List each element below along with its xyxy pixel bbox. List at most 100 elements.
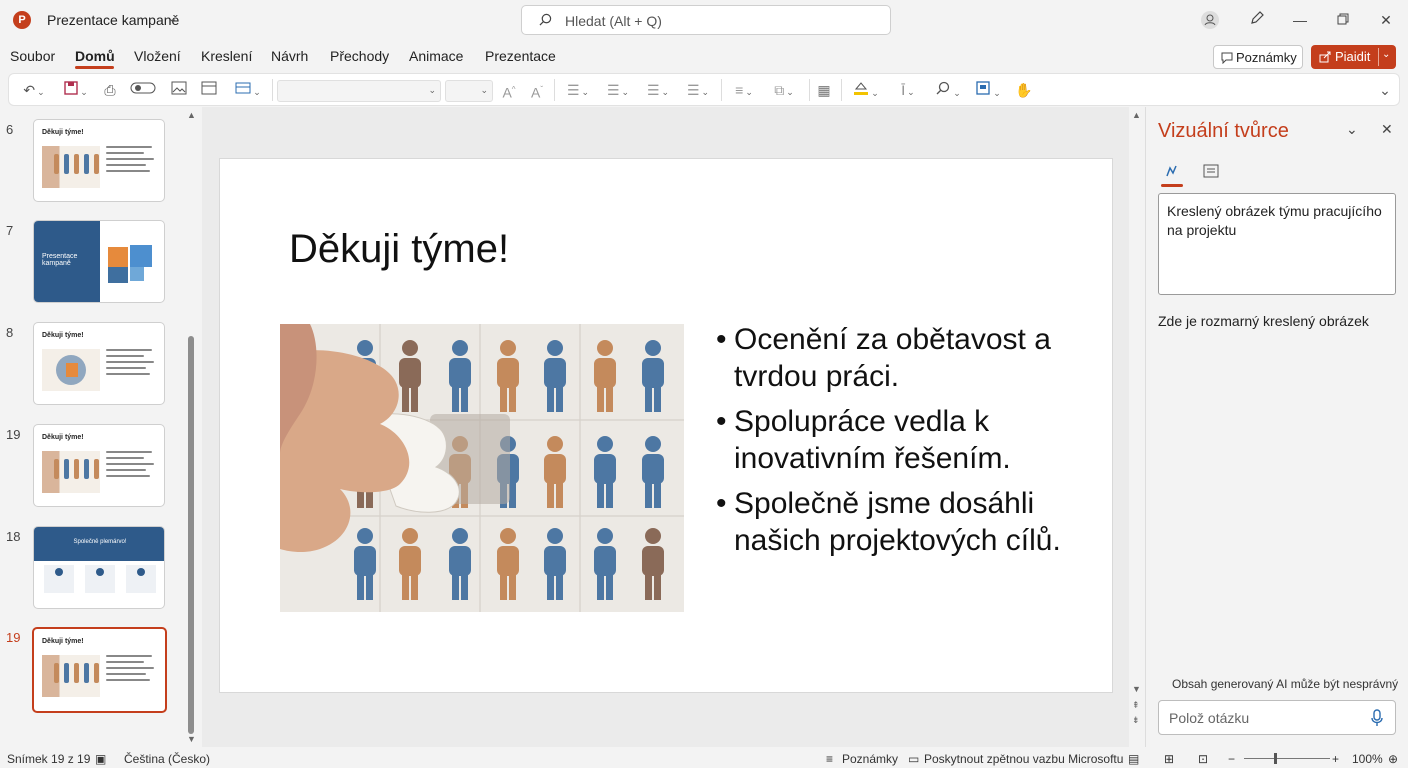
- fit-slide-icon[interactable]: ⊕: [1388, 752, 1398, 766]
- zoom-slider-knob[interactable]: [1274, 753, 1277, 764]
- numbering-icon[interactable]: ☰ ⌄: [601, 80, 635, 100]
- designer-icon[interactable]: ⌄: [971, 80, 1005, 100]
- language-indicator[interactable]: Čeština (Česko): [124, 752, 210, 766]
- copilot-icon[interactable]: ✋: [1013, 80, 1035, 100]
- visual-creator-pane: Vizuální tvůrce ⌄ ✕ Kreslený obrázek tým…: [1145, 107, 1408, 747]
- prompt-textbox[interactable]: Kreslený obrázek týmu pracujícího na pro…: [1158, 193, 1396, 295]
- result-text: Zde je rozmarný kreslený obrázek: [1158, 313, 1369, 329]
- format-painter-icon[interactable]: ▦: [813, 80, 835, 100]
- font-size-select[interactable]: ⌄: [445, 80, 493, 102]
- comment-icon: [1221, 52, 1233, 64]
- accessibility-icon[interactable]: ▣: [95, 752, 106, 766]
- document-title[interactable]: Prezentace kampaně: [47, 12, 179, 28]
- slide-picture[interactable]: [280, 324, 684, 612]
- menu-navrh[interactable]: Návrh: [271, 48, 308, 64]
- find-icon[interactable]: ⌄: [931, 80, 965, 100]
- slide-sorter-icon[interactable]: ⊞: [1164, 752, 1174, 766]
- ribbon-toolbar: ↶ ⌄ ⌄ ⎙ ⌄ ⌄ ⌄ A^ Aˇ ☰ ⌄ ☰ ⌄ ☰ ⌄ ☰ ⌄ ≡ ⌄ ⧉ ⌄ ▦ ⌄…: [8, 73, 1400, 106]
- ribbon-expand-icon[interactable]: ⌄: [1375, 80, 1395, 100]
- account-icon[interactable]: [1200, 10, 1220, 30]
- share-button[interactable]: Piaidit ⌄: [1311, 45, 1396, 69]
- feedback-link[interactable]: Poskytnout zpětnou vazbu Microsoftu: [924, 752, 1123, 766]
- thumbnail-number: 7: [6, 223, 14, 238]
- zoom-slider[interactable]: [1244, 758, 1330, 759]
- menu-prechody[interactable]: Přechody: [330, 48, 389, 64]
- ai-disclaimer: Obsah generovaný AI může být nesprávný: [1172, 677, 1399, 691]
- picture-icon[interactable]: [169, 80, 189, 100]
- arrange-icon[interactable]: ⧉ ⌄: [767, 80, 801, 100]
- save-icon[interactable]: ⌄: [59, 80, 93, 100]
- slide-scrollbar[interactable]: ▲ ▼ ⇞ ⇟: [1131, 110, 1143, 730]
- chevron-down-icon[interactable]: ⌄: [168, 12, 177, 25]
- ask-input[interactable]: Polož otázku: [1158, 700, 1396, 735]
- menu-animace[interactable]: Animace: [409, 48, 463, 64]
- thumbnail-title: Děkuji týme!: [42, 434, 84, 441]
- indent-icon[interactable]: ☰ ⌄: [681, 80, 715, 100]
- minimize-icon[interactable]: —: [1290, 10, 1310, 30]
- thumbnail-title: Děkuji týme!: [42, 332, 84, 339]
- align-icon[interactable]: ≡ ⌄: [727, 80, 761, 100]
- gallery-tab-icon[interactable]: [1202, 162, 1222, 182]
- feedback-icon[interactable]: ▭: [908, 752, 919, 766]
- thumbnail-number: 19: [6, 630, 21, 645]
- active-tab-indicator: [1161, 184, 1183, 187]
- slide-counter: Snímek 19 z 19: [7, 752, 91, 766]
- thumbnail-number: 18: [6, 529, 21, 544]
- thumbnail-number: 19: [6, 427, 21, 442]
- ask-placeholder: Polož otázku: [1169, 710, 1250, 726]
- decrease-font-icon[interactable]: Aˇ: [527, 80, 547, 101]
- share-icon: [1319, 51, 1331, 63]
- toggle-icon[interactable]: [129, 80, 157, 100]
- reading-view-icon[interactable]: ⊡: [1198, 752, 1208, 766]
- text-color-icon[interactable]: Ī ⌄: [891, 80, 925, 100]
- increase-font-icon[interactable]: A^: [499, 80, 519, 101]
- status-bar: Snímek 19 z 19 ▣ Čeština (Česko) ≡ Pozná…: [0, 748, 1408, 768]
- close-pane-icon[interactable]: ✕: [1381, 121, 1393, 138]
- slide-thumbnail[interactable]: Děkuji týme!: [32, 627, 167, 713]
- menu-soubor[interactable]: Soubor: [10, 48, 55, 64]
- font-family-select[interactable]: ⌄: [277, 80, 441, 102]
- menu-kresleni[interactable]: Kreslení: [201, 48, 252, 64]
- microphone-icon[interactable]: [1371, 709, 1383, 727]
- menu-domu[interactable]: Domů: [75, 48, 115, 64]
- search-box[interactable]: Hledat (Alt + Q): [521, 5, 891, 35]
- zoom-level[interactable]: 100%: [1352, 752, 1383, 766]
- zoom-out-icon[interactable]: −: [1228, 752, 1235, 766]
- notes-toggle-icon[interactable]: ≡: [826, 752, 833, 766]
- scrollbar-thumb[interactable]: [188, 336, 194, 734]
- slide-thumbnail[interactable]: Presentace kampaně: [33, 220, 165, 303]
- slide[interactable]: Děkuji týme! Ocenění za obětavost a tvrd…: [219, 158, 1113, 693]
- bullets-icon[interactable]: ☰ ⌄: [561, 80, 595, 100]
- normal-view-icon[interactable]: ▤: [1128, 752, 1139, 766]
- pane-title: Vizuální tvůrce: [1158, 120, 1289, 142]
- restore-icon[interactable]: [1333, 10, 1353, 30]
- fill-color-icon[interactable]: ⌄: [849, 80, 883, 100]
- slide-thumbnail[interactable]: Děkuji týme!: [33, 119, 165, 202]
- next-slide-icon[interactable]: ⇟: [1132, 715, 1140, 726]
- zoom-in-icon[interactable]: +: [1332, 752, 1339, 766]
- line-spacing-icon[interactable]: ☰ ⌄: [641, 80, 675, 100]
- notes-button[interactable]: Poznámky: [1213, 45, 1303, 69]
- section-icon[interactable]: ⌄: [231, 80, 265, 100]
- pen-icon[interactable]: [1247, 10, 1267, 30]
- menu-vlozeni[interactable]: Vložení: [134, 48, 181, 64]
- slide-title[interactable]: Děkuji týme!: [289, 227, 509, 272]
- previous-slide-icon[interactable]: ⇞: [1132, 700, 1140, 711]
- slide-thumbnail[interactable]: Děkuji týme!: [33, 424, 165, 507]
- slide-thumbnail[interactable]: Děkuji týme!: [33, 322, 165, 405]
- layout-icon[interactable]: [199, 80, 219, 100]
- undo-icon[interactable]: ↶ ⌄: [17, 80, 51, 100]
- chevron-down-icon[interactable]: ⌄: [1346, 121, 1358, 138]
- search-icon: [539, 13, 552, 26]
- thumbnail-number: 6: [6, 122, 14, 137]
- draw-tab-icon[interactable]: [1164, 162, 1184, 182]
- menu-prezentace[interactable]: Prezentace: [485, 48, 556, 64]
- chevron-down-icon[interactable]: ⌄: [1382, 49, 1390, 60]
- notes-toggle[interactable]: Poznámky: [842, 752, 898, 766]
- slide-thumbnail[interactable]: Společně plemárvo!: [33, 526, 165, 609]
- thumbnail-scrollbar[interactable]: ▲ ▼: [187, 110, 196, 744]
- print-icon[interactable]: ⎙: [99, 80, 121, 100]
- close-icon[interactable]: ✕: [1376, 10, 1396, 30]
- slide-bullet-list[interactable]: Ocenění za obětavost a tvrdou práci. Spo…: [716, 321, 1086, 567]
- thumbnail-title: Společně plemárvo!: [73, 539, 127, 545]
